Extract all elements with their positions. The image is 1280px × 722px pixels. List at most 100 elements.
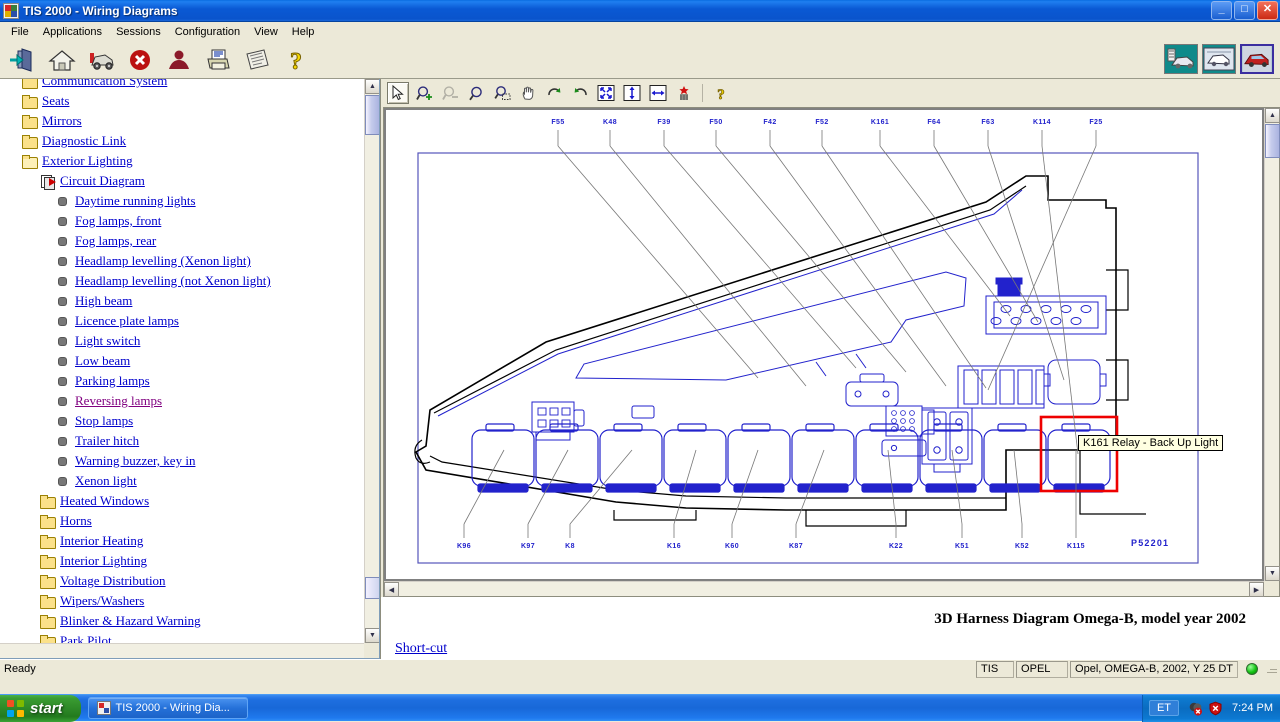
document-icon[interactable]	[242, 45, 272, 75]
tree-item[interactable]: Warning buzzer, key in	[18, 451, 364, 471]
tree-item-label[interactable]: Horns	[60, 513, 92, 529]
tree-item[interactable]: Light switch	[18, 331, 364, 351]
tree-item-label[interactable]: Circuit Diagram	[60, 173, 145, 189]
tree-item[interactable]: Mirrors	[18, 111, 364, 131]
tree-item-label[interactable]: Warning buzzer, key in	[75, 453, 195, 469]
rotate-right-icon[interactable]	[543, 82, 565, 104]
security-alert-icon[interactable]	[1208, 701, 1223, 716]
zoom-icon[interactable]	[465, 82, 487, 104]
canvas-vertical-scrollbar[interactable]: ▲ ▼	[1264, 108, 1279, 581]
tree-item-label[interactable]: Blinker & Hazard Warning	[60, 613, 201, 629]
menu-configuration[interactable]: Configuration	[168, 24, 247, 40]
tree-item-label[interactable]: Communication System	[42, 79, 167, 89]
fit-width-icon[interactable]	[647, 82, 669, 104]
tree-item[interactable]: Interior Lighting	[18, 551, 364, 571]
tree-scroll-thumb[interactable]	[365, 95, 380, 135]
tree-item[interactable]: Xenon light	[18, 471, 364, 491]
menu-view[interactable]: View	[247, 24, 285, 40]
tree-item-label[interactable]: Fog lamps, rear	[75, 233, 156, 249]
taskbar-item-tis2000[interactable]: TIS 2000 - Wiring Dia...	[88, 697, 248, 719]
tree-item-label[interactable]: Daytime running lights	[75, 193, 196, 209]
language-indicator[interactable]: ET	[1149, 700, 1179, 716]
canvas-scroll-up-button[interactable]: ▲	[1265, 108, 1280, 123]
tree-item-label[interactable]: Interior Lighting	[60, 553, 147, 569]
vehicle-data-icon[interactable]	[1164, 44, 1198, 74]
tree-item-label[interactable]: Headlamp levelling (Xenon light)	[75, 253, 251, 269]
diagram-canvas[interactable]: F55K48F39F50F42F52K161F64F63K114F25 K96K…	[386, 110, 1262, 579]
clock[interactable]: 7:24 PM	[1232, 702, 1273, 714]
tree-item[interactable]: Wipers/Washers	[18, 591, 364, 611]
below-caption-link[interactable]: Short-cut	[381, 641, 1280, 659]
tree-item[interactable]: Seats	[18, 91, 364, 111]
tree-item-label[interactable]: Licence plate lamps	[75, 313, 179, 329]
minimize-button[interactable]: _	[1211, 1, 1232, 20]
tree-item[interactable]: Communication System	[18, 79, 364, 91]
menu-file[interactable]: File	[4, 24, 36, 40]
help-icon[interactable]: ?	[710, 82, 732, 104]
canvas-scroll-down-button[interactable]: ▼	[1265, 566, 1280, 581]
service-info-icon[interactable]	[1202, 44, 1236, 74]
pan-hand-icon[interactable]	[517, 82, 539, 104]
menu-applications[interactable]: Applications	[36, 24, 109, 40]
tree-scroll-down-button[interactable]: ▼	[365, 628, 380, 643]
window-title-bar[interactable]: TIS 2000 - Wiring Diagrams _ □ ✕	[0, 0, 1280, 22]
tree-item-label[interactable]: Seats	[42, 93, 69, 109]
tree-item[interactable]: Daytime running lights	[18, 191, 364, 211]
tree-item-label[interactable]: Parking lamps	[75, 373, 150, 389]
tree-item[interactable]: Interior Heating	[18, 531, 364, 551]
tree-item-label[interactable]: Park Pilot	[60, 633, 112, 643]
highlight-icon[interactable]	[673, 82, 695, 104]
tree-item[interactable]: Circuit Diagram	[18, 171, 364, 191]
help-icon[interactable]: ?	[281, 45, 311, 75]
zoom-out-icon[interactable]	[439, 82, 461, 104]
tree-scroll-up-button[interactable]: ▲	[365, 79, 380, 94]
tree-item[interactable]: Voltage Distribution	[18, 571, 364, 591]
canvas-scroll-left-button[interactable]: ◀	[384, 582, 399, 597]
user-icon[interactable]	[164, 45, 194, 75]
tree-scroll-thumb-secondary[interactable]	[365, 577, 380, 599]
canvas-scroll-right-button[interactable]: ▶	[1249, 582, 1264, 597]
tree-item[interactable]: Stop lamps	[18, 411, 364, 431]
vehicle-selection-icon[interactable]	[86, 45, 116, 75]
tree-item-label[interactable]: Low beam	[75, 353, 130, 369]
resize-grip[interactable]	[1264, 662, 1278, 676]
home-icon[interactable]	[47, 45, 77, 75]
tree-vertical-scrollbar[interactable]: ▲ ▼	[364, 79, 379, 643]
tree-item[interactable]: Licence plate lamps	[18, 311, 364, 331]
tree-item-label[interactable]: Headlamp levelling (not Xenon light)	[75, 273, 271, 289]
tree-item-label[interactable]: Exterior Lighting	[42, 153, 133, 169]
tree-item-label[interactable]: Mirrors	[42, 113, 82, 129]
tree-item[interactable]: Park Pilot	[18, 631, 364, 643]
tree-item-label[interactable]: Xenon light	[75, 473, 137, 489]
tree-item-label[interactable]: Heated Windows	[60, 493, 149, 509]
tree-item-label[interactable]: Fog lamps, front	[75, 213, 161, 229]
tree-item-label[interactable]: Light switch	[75, 333, 140, 349]
maximize-button[interactable]: □	[1234, 1, 1255, 20]
canvas-horizontal-scrollbar[interactable]: ◀ ▶	[384, 581, 1264, 596]
tree-item-label[interactable]: Interior Heating	[60, 533, 143, 549]
fit-height-icon[interactable]	[621, 82, 643, 104]
tree-item[interactable]: Blinker & Hazard Warning	[18, 611, 364, 631]
tree-item[interactable]: Diagnostic Link	[18, 131, 364, 151]
tree-item[interactable]: Exterior Lighting	[18, 151, 364, 171]
close-button[interactable]: ✕	[1257, 1, 1278, 20]
tree-item-label[interactable]: Trailer hitch	[75, 433, 139, 449]
tree-item[interactable]: Headlamp levelling (Xenon light)	[18, 251, 364, 271]
tree-item-label[interactable]: Wipers/Washers	[60, 593, 144, 609]
tree-item[interactable]: Heated Windows	[18, 491, 364, 511]
start-button[interactable]: start	[0, 695, 81, 722]
tree-item[interactable]: Low beam	[18, 351, 364, 371]
tree-item[interactable]: Parking lamps	[18, 371, 364, 391]
tree-item[interactable]: Horns	[18, 511, 364, 531]
tree-item[interactable]: High beam	[18, 291, 364, 311]
canvas-vscroll-thumb[interactable]	[1265, 124, 1280, 158]
rotate-left-icon[interactable]	[569, 82, 591, 104]
zoom-region-icon[interactable]	[491, 82, 513, 104]
fit-page-icon[interactable]	[595, 82, 617, 104]
select-arrow-icon[interactable]	[387, 82, 409, 104]
tree-item-label[interactable]: Stop lamps	[75, 413, 133, 429]
tree-item-label[interactable]: High beam	[75, 293, 132, 309]
tree-item[interactable]: Fog lamps, front	[18, 211, 364, 231]
tree-item-label[interactable]: Reversing lamps	[75, 393, 162, 409]
tree-item[interactable]: Headlamp levelling (not Xenon light)	[18, 271, 364, 291]
